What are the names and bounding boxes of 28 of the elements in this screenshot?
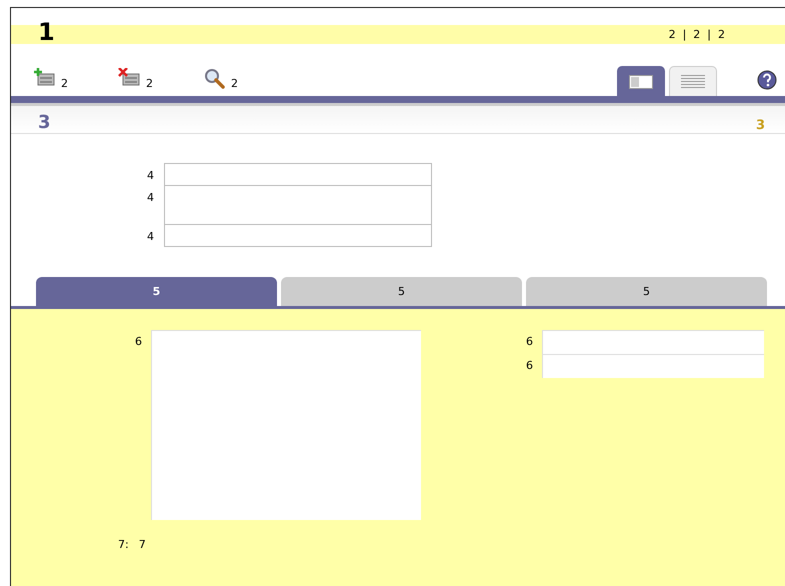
section-note: 3 [756, 118, 765, 133]
field-label: 4 [146, 168, 155, 184]
input-field[interactable] [164, 163, 432, 186]
panel-layout-icon [629, 74, 653, 88]
view-tab[interactable] [617, 66, 665, 96]
footer-value: 7 [138, 538, 146, 551]
input-field[interactable] [164, 224, 432, 247]
field-label: 4 [146, 229, 155, 245]
toolbar-button[interactable]: 2 [33, 68, 68, 90]
field-label: 6 [134, 334, 143, 350]
input-field[interactable] [542, 354, 764, 378]
tab[interactable]: 5 [526, 277, 767, 306]
help-icon[interactable] [757, 70, 777, 90]
toolbar-button[interactable]: 2 [118, 68, 153, 90]
list-lines-icon [681, 74, 705, 88]
tab[interactable]: 5 [36, 277, 277, 306]
tab[interactable]: 5 [281, 277, 522, 306]
section-title: 3 [38, 113, 51, 133]
footer-label: 7: [118, 538, 129, 551]
page-title: 1 [38, 23, 55, 42]
search-icon [203, 68, 227, 90]
text-area[interactable] [151, 330, 421, 520]
input-field[interactable] [542, 330, 764, 354]
field-label: 6 [525, 358, 534, 374]
toolbar-button[interactable]: 2 [203, 68, 238, 90]
field-label: 4 [146, 190, 155, 206]
input-field[interactable] [164, 185, 432, 225]
field-label: 6 [525, 334, 534, 350]
